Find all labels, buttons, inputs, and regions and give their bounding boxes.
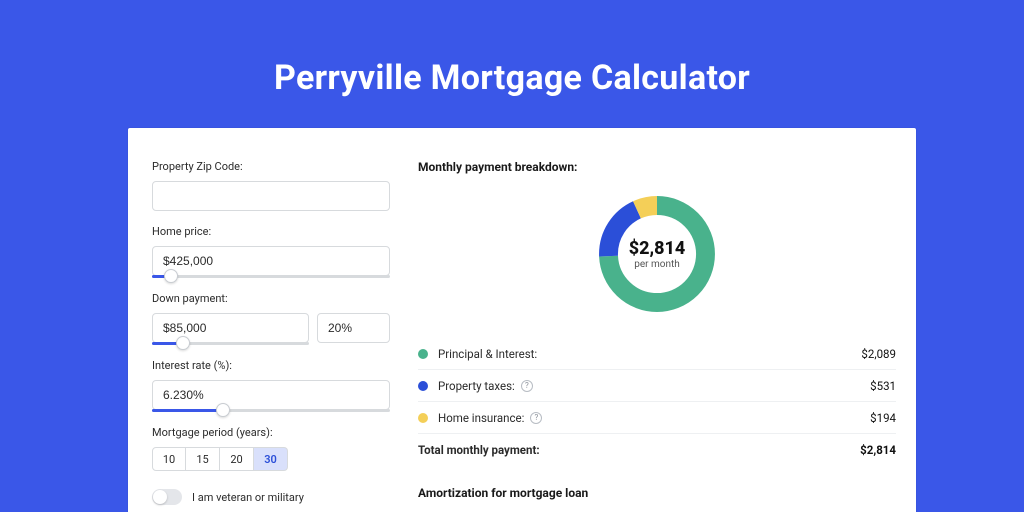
info-icon[interactable]: ? xyxy=(530,412,542,424)
legend-row: Property taxes:? $531 xyxy=(418,370,896,402)
donut-sub: per month xyxy=(634,259,680,270)
veteran-label: I am veteran or military xyxy=(192,491,304,504)
home-price-group: Home price: xyxy=(152,225,408,278)
breakdown-heading: Monthly payment breakdown: xyxy=(418,160,896,174)
page-root: Perryville Mortgage Calculator Property … xyxy=(0,0,1024,512)
slider-thumb[interactable] xyxy=(176,336,190,350)
legend-dot xyxy=(418,381,428,391)
legend-row: Principal & Interest: $2,089 xyxy=(418,338,896,370)
down-payment-row xyxy=(152,313,408,343)
home-price-slider[interactable] xyxy=(152,275,390,278)
home-price-label: Home price: xyxy=(152,225,408,238)
form-panel: Property Zip Code: Home price: Down paym… xyxy=(128,128,408,512)
down-payment-amount-input[interactable] xyxy=(152,313,309,343)
down-payment-group: Down payment: xyxy=(152,292,408,345)
legend: Principal & Interest: $2,089 Property taxe… xyxy=(418,338,896,466)
down-payment-percent-input[interactable] xyxy=(317,313,390,343)
period-option-20[interactable]: 20 xyxy=(220,447,254,471)
period-option-30[interactable]: 30 xyxy=(254,447,288,471)
down-payment-slider[interactable] xyxy=(152,342,309,345)
interest-slider[interactable] xyxy=(152,409,390,412)
toggle-knob xyxy=(153,490,167,504)
slider-fill xyxy=(152,409,223,412)
donut-amount: $2,814 xyxy=(629,238,686,259)
period-label: Mortgage period (years): xyxy=(152,426,408,439)
donut-wrap: $2,814 per month xyxy=(418,190,896,318)
legend-value: $194 xyxy=(870,411,896,425)
slider-thumb[interactable] xyxy=(216,403,230,417)
zip-group: Property Zip Code: xyxy=(152,160,408,211)
donut-center: $2,814 per month xyxy=(593,190,721,318)
legend-label: Property taxes: xyxy=(438,379,515,393)
breakdown-panel: Monthly payment breakdown: $2,814 per mo… xyxy=(408,128,916,512)
period-group: Mortgage period (years): 10152030 xyxy=(152,426,408,471)
amortization-section: Amortization for mortgage loan Amortizat… xyxy=(418,486,896,512)
legend-value: $531 xyxy=(870,379,896,393)
donut-chart: $2,814 per month xyxy=(593,190,721,318)
legend-row: Home insurance:? $194 xyxy=(418,402,896,434)
slider-thumb[interactable] xyxy=(164,269,178,283)
veteran-toggle[interactable] xyxy=(152,489,182,505)
interest-label: Interest rate (%): xyxy=(152,359,408,372)
calculator-card: Property Zip Code: Home price: Down paym… xyxy=(128,128,916,512)
interest-group: Interest rate (%): xyxy=(152,359,408,412)
zip-input[interactable] xyxy=(152,181,390,211)
info-icon[interactable]: ? xyxy=(521,380,533,392)
legend-label: Home insurance: xyxy=(438,411,524,425)
period-options: 10152030 xyxy=(152,447,408,471)
legend-total-value: $2,814 xyxy=(860,443,896,457)
amortization-heading: Amortization for mortgage loan xyxy=(418,486,896,500)
veteran-row: I am veteran or military xyxy=(152,489,408,505)
legend-total-row: Total monthly payment: $2,814 xyxy=(418,434,896,466)
home-price-input[interactable] xyxy=(152,246,390,276)
period-option-10[interactable]: 10 xyxy=(152,447,186,471)
legend-total-label: Total monthly payment: xyxy=(418,443,540,457)
period-option-15[interactable]: 15 xyxy=(186,447,220,471)
legend-value: $2,089 xyxy=(861,347,896,361)
down-payment-label: Down payment: xyxy=(152,292,408,305)
legend-dot xyxy=(418,413,428,423)
legend-dot xyxy=(418,349,428,359)
page-title: Perryville Mortgage Calculator xyxy=(0,0,1024,98)
legend-label: Principal & Interest: xyxy=(438,347,537,361)
zip-label: Property Zip Code: xyxy=(152,160,408,173)
interest-input[interactable] xyxy=(152,380,390,410)
